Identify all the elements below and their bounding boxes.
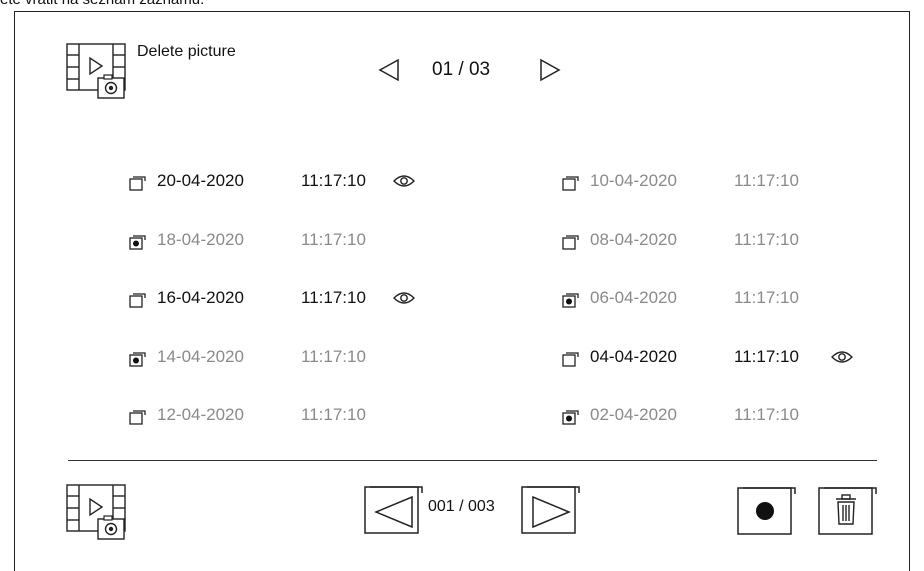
record-date: 18-04-2020 [157,229,244,249]
select-dot-icon [756,502,774,520]
record-time: 11:17:10 [301,405,366,424]
record-time: 11:17:10 [734,171,799,190]
record-time: 11:17:10 [301,288,366,307]
prev-arrow-icon [378,58,399,82]
footer-prev-button[interactable] [364,483,424,535]
next-arrow-icon [540,58,561,82]
record-date: 08-04-2020 [590,229,677,249]
video-camera-icon[interactable] [66,483,130,541]
checkbox-checked-icon[interactable] [129,349,147,367]
checkbox-icon[interactable] [129,173,147,191]
checkbox-checked-icon[interactable] [562,407,580,425]
record-time: 11:17:10 [734,346,799,366]
eye-icon [393,174,415,188]
checkbox-checked-icon[interactable] [562,290,580,308]
record-date: 16-04-2020 [157,288,244,307]
record-time: 11:17:10 [734,405,799,424]
record-date: 20-04-2020 [157,171,244,190]
record-date: 10-04-2020 [590,171,677,190]
checkbox-icon[interactable] [562,349,580,367]
record-date: 02-04-2020 [590,405,677,424]
record-time: 11:17:10 [734,288,799,307]
record-time: 11:17:10 [301,171,366,190]
record-date: 12-04-2020 [157,405,244,424]
checkbox-icon[interactable] [562,232,580,250]
page-indicator: 01 / 03 [432,59,491,80]
record-time: 11:17:10 [301,346,366,366]
page-title: Delete picture [137,43,236,60]
eye-icon [831,350,853,364]
record-date: 06-04-2020 [590,288,677,307]
video-camera-icon [66,42,130,100]
checkbox-checked-icon[interactable] [129,232,147,250]
footer-next-button[interactable] [521,483,581,535]
eye-icon [393,291,415,305]
divider [68,460,877,461]
record-time: 11:17:10 [734,229,799,249]
record-time: 11:17:10 [301,229,366,249]
prev-page-button[interactable] [378,58,400,82]
next-page-button[interactable] [539,58,561,82]
checkbox-icon[interactable] [562,173,580,191]
footer-page-indicator: 001 / 003 [428,498,495,515]
trash-icon [836,494,856,525]
record-date: 14-04-2020 [157,346,244,366]
delete-button[interactable] [818,484,878,536]
record-date: 04-04-2020 [590,346,677,366]
select-button[interactable] [737,484,797,536]
checkbox-icon[interactable] [129,407,147,425]
checkbox-icon[interactable] [129,290,147,308]
caption-text: ete vrátit na seznam záznamů. [0,0,204,8]
